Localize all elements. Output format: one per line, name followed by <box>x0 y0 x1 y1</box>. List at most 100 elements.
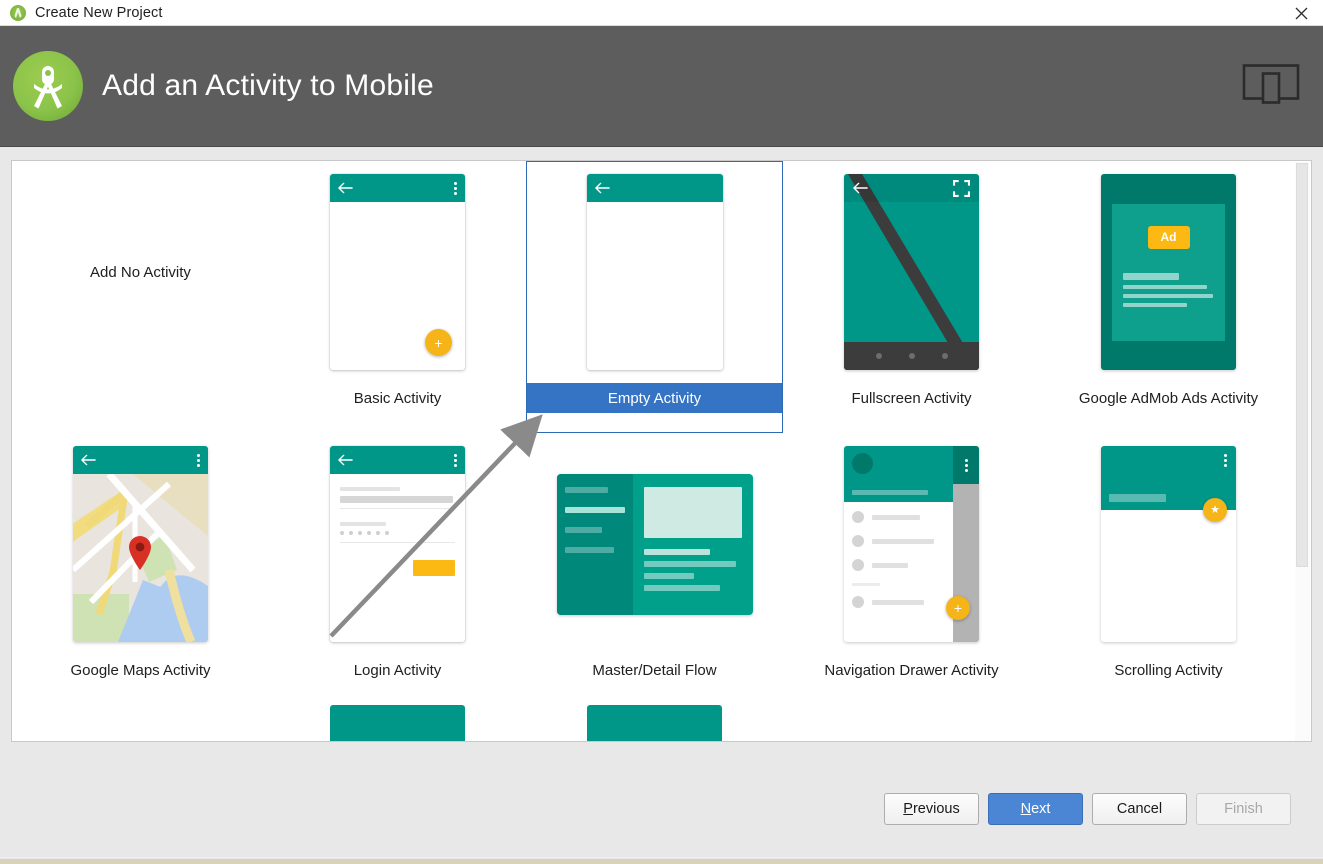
gallery-item-label: Basic Activity <box>353 389 442 407</box>
overflow-menu-icon <box>1224 454 1227 467</box>
back-arrow-icon <box>81 454 96 466</box>
list-item <box>564 506 625 513</box>
avatar <box>852 453 873 474</box>
thumb-fullscreen <box>783 161 1040 383</box>
menu-divider <box>852 583 880 586</box>
list-item <box>852 596 945 608</box>
overflow-menu-icon <box>454 453 457 467</box>
drawer-header <box>844 446 953 502</box>
list-item <box>564 546 614 553</box>
diagonal-stripe <box>848 174 979 370</box>
gallery-item-label: Navigation Drawer Activity <box>824 661 999 679</box>
window-titlebar: Create New Project <box>0 0 1323 26</box>
floating-action-button: + <box>425 329 452 356</box>
back-arrow-icon <box>338 454 353 466</box>
gallery-item-master-detail-flow[interactable]: Master/Detail Flow <box>526 433 783 705</box>
menu-item-icon <box>852 559 864 571</box>
email-field-placeholder <box>340 496 453 503</box>
android-studio-logo-icon <box>13 51 83 121</box>
field-underline <box>340 508 455 509</box>
gallery-item-label: Google AdMob Ads Activity <box>1078 389 1259 407</box>
gallery-item-empty-activity[interactable]: Empty Activity <box>526 161 783 433</box>
gallery-item-label: Empty Activity <box>526 383 783 413</box>
scrollbar-thumb[interactable] <box>1296 163 1308 567</box>
gallery-row-partial <box>12 705 1297 741</box>
menu-item-icon <box>852 511 864 523</box>
detail-line <box>643 560 736 567</box>
phone-mock <box>73 446 208 642</box>
gallery-item-label: Fullscreen Activity <box>851 389 972 407</box>
gallery-item-partial[interactable] <box>1040 705 1297 741</box>
menu-item-icon <box>852 535 864 547</box>
gallery-item-partial[interactable] <box>269 705 526 741</box>
back-arrow-icon <box>853 182 868 194</box>
overflow-menu-icon <box>197 453 200 467</box>
device-preview-icon[interactable] <box>1241 59 1301 114</box>
gallery-item-fullscreen-activity[interactable]: Fullscreen Activity <box>783 161 1040 433</box>
activity-gallery-panel: Add No Activity + Basic Activity Empty A… <box>11 160 1312 742</box>
system-nav-bar <box>844 342 979 370</box>
overflow-menu-icon <box>953 446 979 484</box>
window-title: Create New Project <box>35 4 163 21</box>
thumb-empty <box>526 161 783 383</box>
previous-button[interactable]: Previous <box>884 793 979 825</box>
next-button[interactable]: Next <box>988 793 1083 825</box>
thumb-maps <box>12 433 269 655</box>
gallery-item-label: Google Maps Activity <box>70 661 211 679</box>
gallery-item-partial[interactable] <box>783 705 1040 741</box>
map-preview <box>73 474 208 642</box>
gallery-item-label: Add No Activity <box>90 263 191 281</box>
map-graphic <box>73 474 208 642</box>
gallery-item-label: Login Activity <box>353 661 442 679</box>
list-item <box>852 511 945 523</box>
back-arrow-icon <box>594 182 610 194</box>
thumb-navdrawer: + <box>783 433 1040 655</box>
phone-mock <box>844 174 979 370</box>
field-label-placeholder <box>340 522 386 526</box>
gallery-item-admob-activity[interactable]: Ad Google AdMob Ads Activity <box>1040 161 1297 433</box>
gallery-item-navigation-drawer-activity[interactable]: + Navigation Drawer Activity <box>783 433 1040 705</box>
sign-in-button-placeholder <box>413 560 455 576</box>
ad-badge: Ad <box>1147 225 1190 249</box>
wizard-button-bar: Previous Next Cancel Finish <box>884 793 1291 825</box>
gallery-item-google-maps-activity[interactable]: Google Maps Activity <box>12 433 269 705</box>
gallery-item-basic-activity[interactable]: + Basic Activity <box>269 161 526 433</box>
thumb-basic: + <box>269 161 526 383</box>
field-label-placeholder <box>340 487 400 491</box>
detail-pane <box>633 474 753 615</box>
app-bar <box>330 174 465 202</box>
thumb-masterdetail <box>526 433 783 655</box>
vertical-scrollbar[interactable] <box>1295 162 1310 741</box>
gallery-item-login-activity[interactable]: Login Activity <box>269 433 526 705</box>
detail-line <box>643 584 720 591</box>
android-studio-icon <box>10 4 26 21</box>
gallery-item-add-no-activity[interactable]: Add No Activity <box>12 161 269 433</box>
phone-mock: + <box>330 174 465 370</box>
app-bar <box>330 446 465 474</box>
back-arrow-icon <box>338 182 353 194</box>
list-item <box>564 486 608 493</box>
thumb-login <box>269 433 526 655</box>
list-item <box>564 526 602 533</box>
placeholder-text-lines <box>1112 267 1225 312</box>
gallery-item-partial[interactable] <box>12 705 269 741</box>
login-form-mock <box>330 474 465 576</box>
app-bar <box>844 174 979 202</box>
footer-edge <box>0 859 1323 864</box>
fullscreen-expand-icon <box>953 179 970 197</box>
finish-button: Finish <box>1196 793 1291 825</box>
close-icon[interactable] <box>1279 0 1323 26</box>
wizard-header: Add an Activity to Mobile <box>0 26 1323 147</box>
app-bar <box>73 446 208 474</box>
cancel-button[interactable]: Cancel <box>1092 793 1187 825</box>
gallery-item-partial[interactable] <box>526 705 783 741</box>
floating-action-button: + <box>946 596 970 620</box>
gallery-item-scrolling-activity[interactable]: ★ Scrolling Activity <box>1040 433 1297 705</box>
field-underline <box>340 542 455 543</box>
password-dots <box>340 531 455 535</box>
menu-item-icon <box>852 596 864 608</box>
detail-image-placeholder <box>643 486 742 538</box>
phone-mock: + <box>844 446 979 642</box>
toolbar-title-placeholder <box>1109 494 1166 502</box>
list-item <box>852 559 945 571</box>
